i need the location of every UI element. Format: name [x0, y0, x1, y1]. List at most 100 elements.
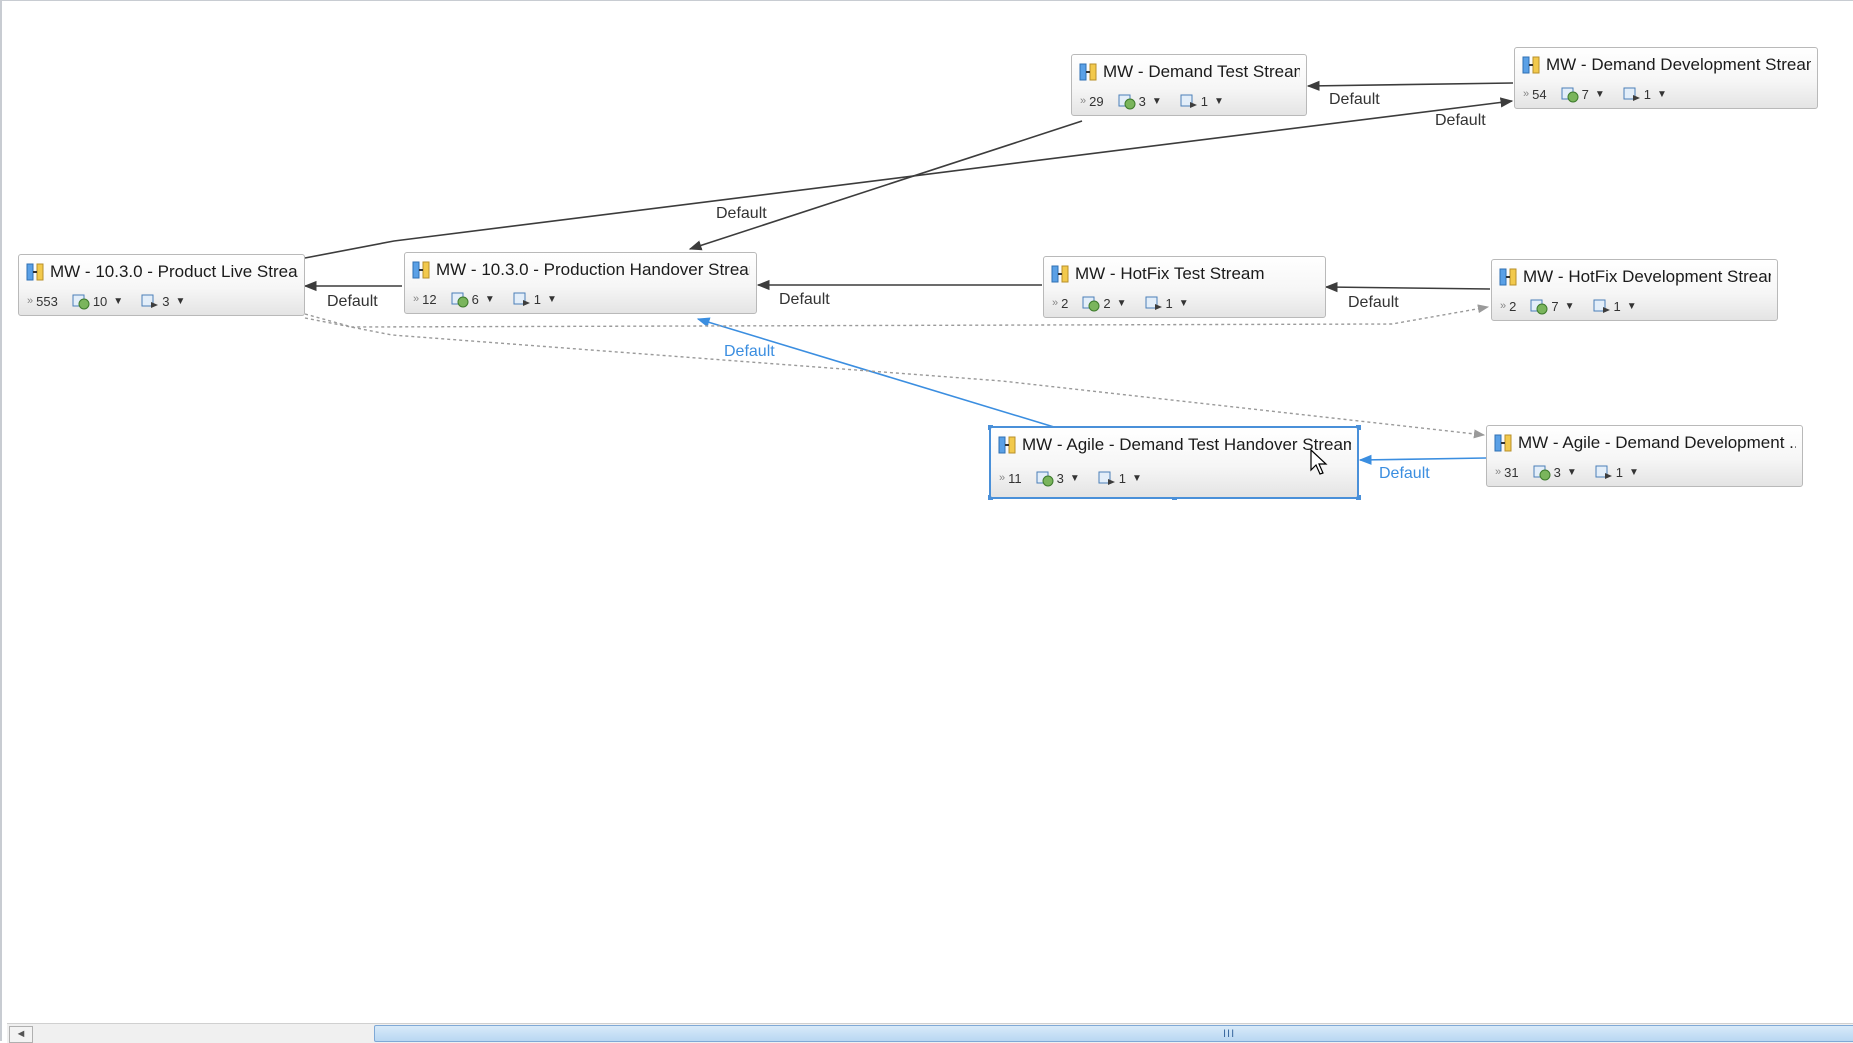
change-count: » 2: [1052, 295, 1069, 311]
change-count: » 31: [1495, 464, 1519, 480]
baseline-dropdown[interactable]: 3 ▼: [1118, 92, 1162, 110]
change-count: » 11: [999, 470, 1022, 486]
dropdown-arrow-icon[interactable]: ▼: [1214, 96, 1224, 107]
flow-agile-dev-to-test[interactable]: [1358, 454, 1487, 465]
baseline-icon: [1036, 471, 1054, 487]
edge-label-agile-dev-to-test[interactable]: Default: [1379, 465, 1430, 483]
scroll-left-button[interactable]: ◄: [9, 1026, 33, 1043]
edge-label-handover-to-product-live[interactable]: Default: [327, 293, 378, 311]
node-stats: » 11 3 ▼ 1 ▼: [999, 468, 1160, 488]
double-chevron-icon: »: [1500, 299, 1507, 312]
component-icon: [1595, 465, 1612, 479]
node-title-label: MW - Agile - Demand Development ...: [1518, 433, 1796, 452]
flow-demand-dev-to-test[interactable]: [1306, 80, 1514, 91]
component-dropdown[interactable]: 1 ▼: [1595, 463, 1639, 481]
double-chevron-icon: »: [1523, 87, 1530, 100]
component-dropdown[interactable]: 1 ▼: [1593, 297, 1637, 315]
baseline-icon: [1118, 94, 1136, 110]
horizontal-scrollbar[interactable]: ◄ III: [7, 1023, 1853, 1043]
dropdown-arrow-icon[interactable]: ▼: [113, 296, 123, 307]
stream-node-agile-demand-development[interactable]: MW - Agile - Demand Development ... » 31 …: [1486, 425, 1803, 487]
dropdown-arrow-icon[interactable]: ▼: [1565, 301, 1575, 312]
double-chevron-icon: »: [999, 471, 1006, 484]
node-title-label: MW - Agile - Demand Test Handover Stream: [1022, 435, 1351, 454]
mouse-cursor-icon: [1310, 449, 1328, 475]
dropdown-arrow-icon[interactable]: ▼: [1595, 89, 1605, 100]
stream-icon: [1499, 268, 1517, 286]
component-icon: [141, 294, 159, 308]
node-title-label: MW - HotFix Development Stream: [1523, 267, 1771, 286]
component-dropdown[interactable]: 3 ▼: [141, 292, 185, 310]
baseline-dropdown[interactable]: 3 ▼: [1036, 469, 1080, 487]
change-count: » 54: [1523, 86, 1547, 102]
baseline-icon: [72, 294, 90, 310]
change-count: » 2: [1500, 298, 1517, 314]
dropdown-arrow-icon[interactable]: ▼: [1132, 473, 1142, 484]
node-stats: » 54 7 ▼ 1 ▼: [1523, 84, 1685, 104]
baseline-icon: [1530, 299, 1548, 315]
baseline-dropdown[interactable]: 10 ▼: [72, 292, 123, 310]
dropdown-arrow-icon[interactable]: ▼: [1567, 467, 1577, 478]
scroll-grip-icon: III: [1223, 1028, 1236, 1040]
stream-node-agile-demand-test-handover[interactable]: MW - Agile - Demand Test Handover Stream…: [989, 426, 1359, 499]
baseline-icon: [1533, 465, 1551, 481]
component-icon: [1593, 299, 1610, 313]
flow-connections: [303, 80, 1514, 500]
double-chevron-icon: »: [413, 292, 420, 305]
baseline-dropdown[interactable]: 6 ▼: [451, 290, 495, 308]
component-icon: [1098, 471, 1115, 485]
dropdown-arrow-icon[interactable]: ▼: [1070, 473, 1080, 484]
stream-icon: [412, 261, 430, 279]
dropdown-arrow-icon[interactable]: ▼: [1179, 298, 1189, 309]
flow-product-live-to-agile-dev[interactable]: [304, 317, 1486, 439]
dropdown-arrow-icon[interactable]: ▼: [1627, 301, 1637, 312]
flow-hotfix-dev-to-test[interactable]: [1324, 282, 1491, 293]
flow-product-live-to-demand-dev[interactable]: [304, 97, 1514, 259]
baseline-dropdown[interactable]: 3 ▼: [1533, 463, 1577, 481]
component-icon: [1145, 296, 1162, 310]
stream-diagram-canvas[interactable]: Default Default Default Default Default …: [0, 0, 1853, 1043]
node-title-label: MW - 10.3.0 - Production Handover Stream: [436, 260, 750, 279]
dropdown-arrow-icon[interactable]: ▼: [1152, 96, 1162, 107]
stream-node-hotfix-test[interactable]: MW - HotFix Test Stream » 2 2 ▼ 1 ▼: [1043, 256, 1326, 318]
component-dropdown[interactable]: 1 ▼: [513, 290, 557, 308]
component-dropdown[interactable]: 1 ▼: [1145, 294, 1189, 312]
edge-label-demand-test-to-handover[interactable]: Default: [716, 205, 767, 223]
stream-node-hotfix-development[interactable]: MW - HotFix Development Stream » 2 7 ▼ 1 ▼: [1491, 259, 1778, 321]
baseline-dropdown[interactable]: 2 ▼: [1082, 294, 1127, 312]
node-title-label: MW - Demand Development Stream: [1546, 55, 1811, 74]
component-dropdown[interactable]: 1 ▼: [1623, 85, 1667, 103]
component-icon: [513, 292, 530, 306]
flow-demand-test-to-handover[interactable]: [688, 120, 1083, 251]
scroll-thumb[interactable]: III: [374, 1025, 1853, 1042]
dropdown-arrow-icon[interactable]: ▼: [547, 294, 557, 305]
node-stats: » 12 6 ▼ 1 ▼: [413, 289, 575, 309]
stream-icon: [1051, 265, 1069, 283]
node-stats: » 29 3 ▼ 1 ▼: [1080, 91, 1242, 111]
baseline-dropdown[interactable]: 7 ▼: [1561, 85, 1605, 103]
edge-label-agile-test-to-handover[interactable]: Default: [724, 343, 775, 361]
component-dropdown[interactable]: 1 ▼: [1180, 92, 1224, 110]
edge-label-hotfix-test-to-handover[interactable]: Default: [779, 291, 830, 309]
edge-label-demand-dev-to-test[interactable]: Default: [1329, 91, 1380, 109]
stream-icon: [998, 436, 1016, 454]
dropdown-arrow-icon[interactable]: ▼: [1629, 467, 1639, 478]
edge-label-product-live-to-demand-dev[interactable]: Default: [1435, 112, 1486, 130]
baseline-icon: [1561, 87, 1579, 103]
baseline-dropdown[interactable]: 7 ▼: [1530, 297, 1575, 315]
node-stats: » 553 10 ▼ 3 ▼: [27, 291, 203, 311]
dropdown-arrow-icon[interactable]: ▼: [175, 296, 185, 307]
double-chevron-icon: »: [1080, 94, 1087, 107]
node-title: MW - 10.3.0 - Product Live Stream: [25, 261, 298, 283]
edge-label-hotfix-dev-to-test[interactable]: Default: [1348, 294, 1399, 312]
component-dropdown[interactable]: 1 ▼: [1098, 469, 1142, 487]
flow-agile-test-to-handover[interactable]: [696, 317, 1055, 428]
stream-node-product-live[interactable]: MW - 10.3.0 - Product Live Stream » 553 1…: [18, 254, 305, 316]
double-chevron-icon: »: [1052, 296, 1059, 309]
dropdown-arrow-icon[interactable]: ▼: [485, 294, 495, 305]
dropdown-arrow-icon[interactable]: ▼: [1117, 298, 1127, 309]
stream-node-demand-test[interactable]: MW - Demand Test Stream » 29 3 ▼ 1 ▼: [1071, 54, 1307, 116]
stream-node-demand-development[interactable]: MW - Demand Development Stream » 54 7 ▼ 1 ▼: [1514, 47, 1818, 109]
stream-node-production-handover[interactable]: MW - 10.3.0 - Production Handover Stream…: [404, 252, 757, 314]
dropdown-arrow-icon[interactable]: ▼: [1657, 89, 1667, 100]
